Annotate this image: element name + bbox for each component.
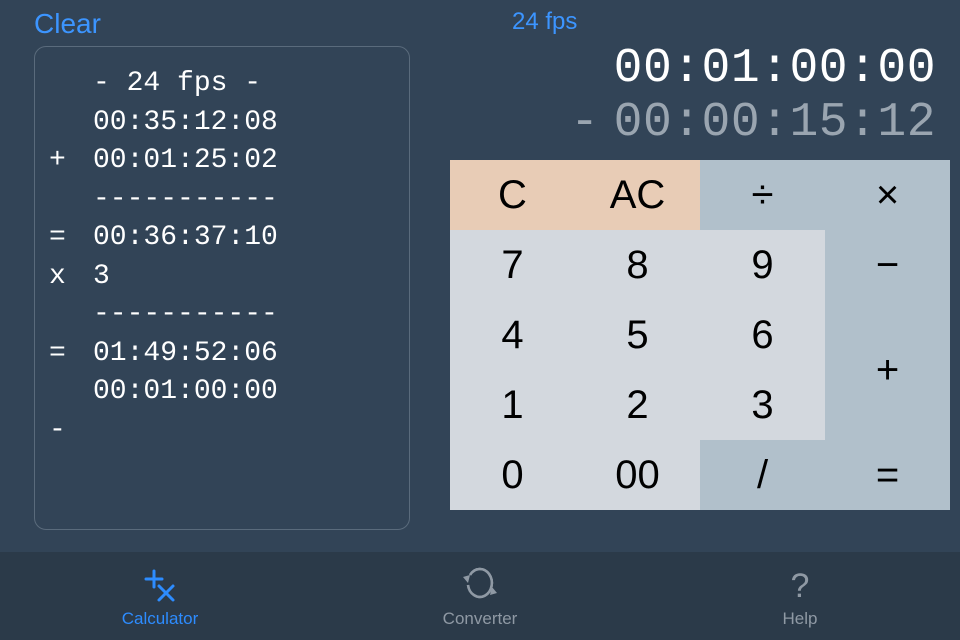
tape-row: 00:35:12:08 <box>49 104 395 143</box>
key-7[interactable]: 7 <box>450 230 575 300</box>
tape-row: ----------- <box>49 296 395 335</box>
fps-selector[interactable]: 24 fps <box>450 2 960 40</box>
key-4[interactable]: 4 <box>450 300 575 370</box>
display-main: 00:01:00:00 <box>614 42 936 96</box>
clear-button[interactable]: Clear <box>34 8 101 40</box>
key-8[interactable]: 8 <box>575 230 700 300</box>
key-0[interactable]: 0 <box>450 440 575 510</box>
tape-value: 00:01:00:00 <box>93 373 395 412</box>
tape-op: - <box>49 412 93 451</box>
display: 00:01:00:00 - 00:00:15:12 <box>450 40 960 160</box>
tape-value: 00:01:25:02 <box>93 142 395 181</box>
tape-row: =00:36:37:10 <box>49 219 395 258</box>
tape-row: - 24 fps - <box>49 65 395 104</box>
key-clear[interactable]: C <box>450 160 575 230</box>
tape-op <box>49 296 93 335</box>
svg-text:?: ? <box>791 567 810 605</box>
tab-label: Calculator <box>122 609 199 629</box>
tab-converter[interactable]: Converter <box>320 552 640 640</box>
key-5[interactable]: 5 <box>575 300 700 370</box>
key-1[interactable]: 1 <box>450 370 575 440</box>
tape-op: = <box>49 335 93 374</box>
tape-op <box>49 181 93 220</box>
tab-bar: Calculator Converter ? Help <box>0 552 960 640</box>
history-tape[interactable]: - 24 fps -00:35:12:08+00:01:25:02-------… <box>34 46 410 530</box>
tape-value: 01:49:52:06 <box>93 335 395 374</box>
tab-calculator[interactable]: Calculator <box>0 552 320 640</box>
tape-value <box>93 412 395 451</box>
calculator-icon <box>140 563 180 607</box>
help-icon: ? <box>780 563 820 607</box>
tape-row: 00:01:00:00 <box>49 373 395 412</box>
tape-row: x3 <box>49 258 395 297</box>
display-sub-sign: - <box>556 96 614 150</box>
tape-op: = <box>49 219 93 258</box>
tape-row: =01:49:52:06 <box>49 335 395 374</box>
tape-value: - 24 fps - <box>93 65 395 104</box>
key-multiply[interactable]: × <box>825 160 950 230</box>
keypad: C AC ÷ × 7 8 9 − 4 5 6 + 1 2 3 0 00 / = <box>450 160 950 510</box>
tape-row: +00:01:25:02 <box>49 142 395 181</box>
tape-value: 00:36:37:10 <box>93 219 395 258</box>
key-9[interactable]: 9 <box>700 230 825 300</box>
tape-op: x <box>49 258 93 297</box>
key-subtract[interactable]: − <box>825 230 950 300</box>
key-divide[interactable]: ÷ <box>700 160 825 230</box>
tape-row: ----------- <box>49 181 395 220</box>
key-2[interactable]: 2 <box>575 370 700 440</box>
key-equals[interactable]: = <box>825 440 950 510</box>
key-add[interactable]: + <box>825 300 950 440</box>
key-slash[interactable]: / <box>700 440 825 510</box>
tape-value: ----------- <box>93 296 395 335</box>
tape-value: 3 <box>93 258 395 297</box>
key-00[interactable]: 00 <box>575 440 700 510</box>
key-all-clear[interactable]: AC <box>575 160 700 230</box>
tape-op <box>49 65 93 104</box>
tape-row: - <box>49 412 395 451</box>
key-6[interactable]: 6 <box>700 300 825 370</box>
converter-icon <box>458 563 502 607</box>
tape-value: 00:35:12:08 <box>93 104 395 143</box>
tape-op <box>49 104 93 143</box>
key-3[interactable]: 3 <box>700 370 825 440</box>
tab-help[interactable]: ? Help <box>640 552 960 640</box>
tape-value: ----------- <box>93 181 395 220</box>
display-sub: 00:00:15:12 <box>614 96 936 150</box>
history-panel: Clear - 24 fps -00:35:12:08+00:01:25:02-… <box>0 0 450 552</box>
tab-label: Converter <box>443 609 518 629</box>
tape-op: + <box>49 142 93 181</box>
tape-op <box>49 373 93 412</box>
tab-label: Help <box>783 609 818 629</box>
